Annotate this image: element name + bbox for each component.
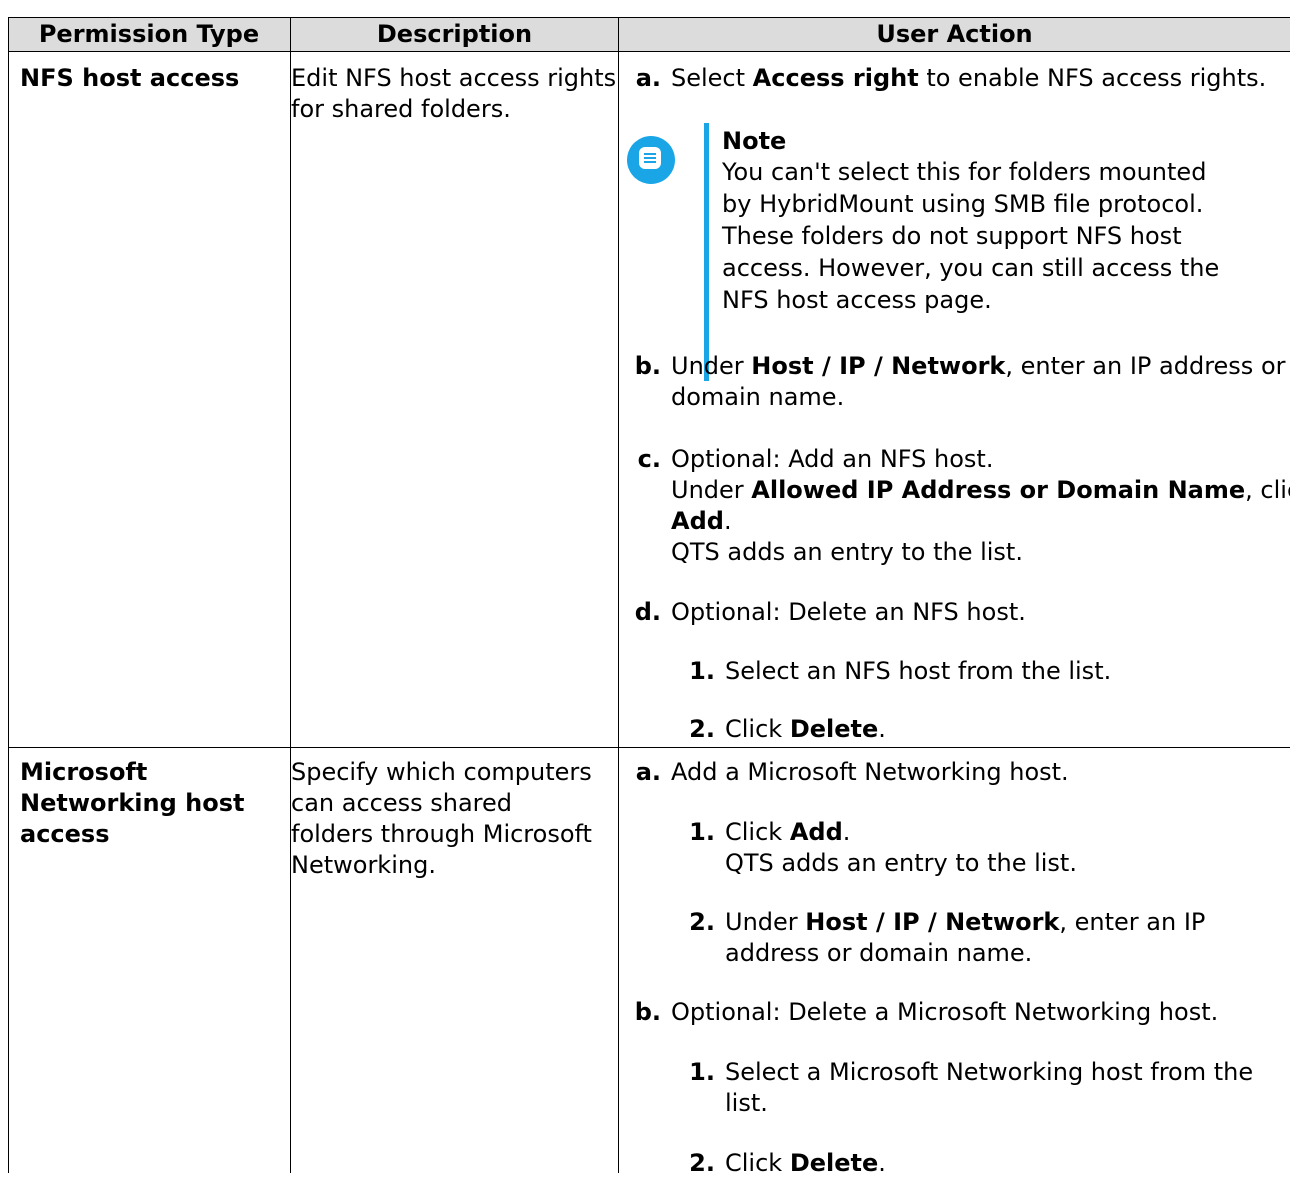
step-a: a. Add a Microsoft Networking host. bbox=[635, 758, 1069, 786]
header-description: Description bbox=[376, 20, 533, 48]
substep-1: 1. Click Add. QTS adds an entry to the l… bbox=[689, 818, 1077, 877]
note-line: You can't select this for folders mounte… bbox=[722, 158, 1207, 186]
substep-2: 2. Click Delete. bbox=[689, 715, 886, 743]
step-b: b. Under Host / IP / Network, enter an I… bbox=[634, 352, 1286, 411]
permission-type-nfs: NFS host access bbox=[20, 64, 240, 92]
header-bottom-border bbox=[8, 51, 1290, 52]
step-c: c. Optional: Add an NFS host. Under Allo… bbox=[637, 445, 1290, 566]
table-top-border bbox=[8, 17, 1290, 18]
table-left-border bbox=[8, 17, 9, 1173]
user-action-microsoft: a. Add a Microsoft Networking host. 1. C… bbox=[623, 757, 1283, 1177]
substep-1: 1. Select a Microsoft Networking host fr… bbox=[689, 1058, 1254, 1117]
user-action-nfs: a. Select Access right to enable NFS acc… bbox=[623, 63, 1290, 743]
permissions-table: Permission Type Description User Action … bbox=[8, 0, 1290, 1177]
column-divider-2 bbox=[618, 17, 619, 1173]
note-line: These folders do not support NFS host bbox=[722, 222, 1182, 250]
substep-2: 2. Click Delete. bbox=[689, 1149, 886, 1177]
step-a: a. Select Access right to enable NFS acc… bbox=[635, 64, 1267, 92]
note-line: by HybridMount using SMB file protocol. bbox=[722, 190, 1204, 218]
note-icon bbox=[627, 136, 675, 184]
header-permission-type: Permission Type bbox=[38, 20, 260, 48]
substep-1: 1. Select an NFS host from the list. bbox=[689, 657, 1112, 685]
row-divider bbox=[8, 747, 1290, 748]
note-line: NFS host access page. bbox=[722, 286, 992, 314]
note-accent-bar bbox=[704, 123, 709, 381]
note-title: Note bbox=[722, 127, 787, 155]
step-b: b. Optional: Delete a Microsoft Networki… bbox=[634, 998, 1219, 1026]
description-microsoft: Specify which computers can access share… bbox=[291, 758, 592, 879]
header-user-action: User Action bbox=[876, 20, 1033, 48]
column-divider-1 bbox=[290, 17, 291, 1173]
step-d: d. Optional: Delete an NFS host. bbox=[634, 598, 1026, 626]
substep-2: 2. Under Host / IP / Network, enter an I… bbox=[689, 908, 1206, 967]
permission-type-microsoft: Microsoft Networking host access bbox=[20, 758, 245, 848]
note-line: access. However, you can still access th… bbox=[722, 254, 1220, 282]
